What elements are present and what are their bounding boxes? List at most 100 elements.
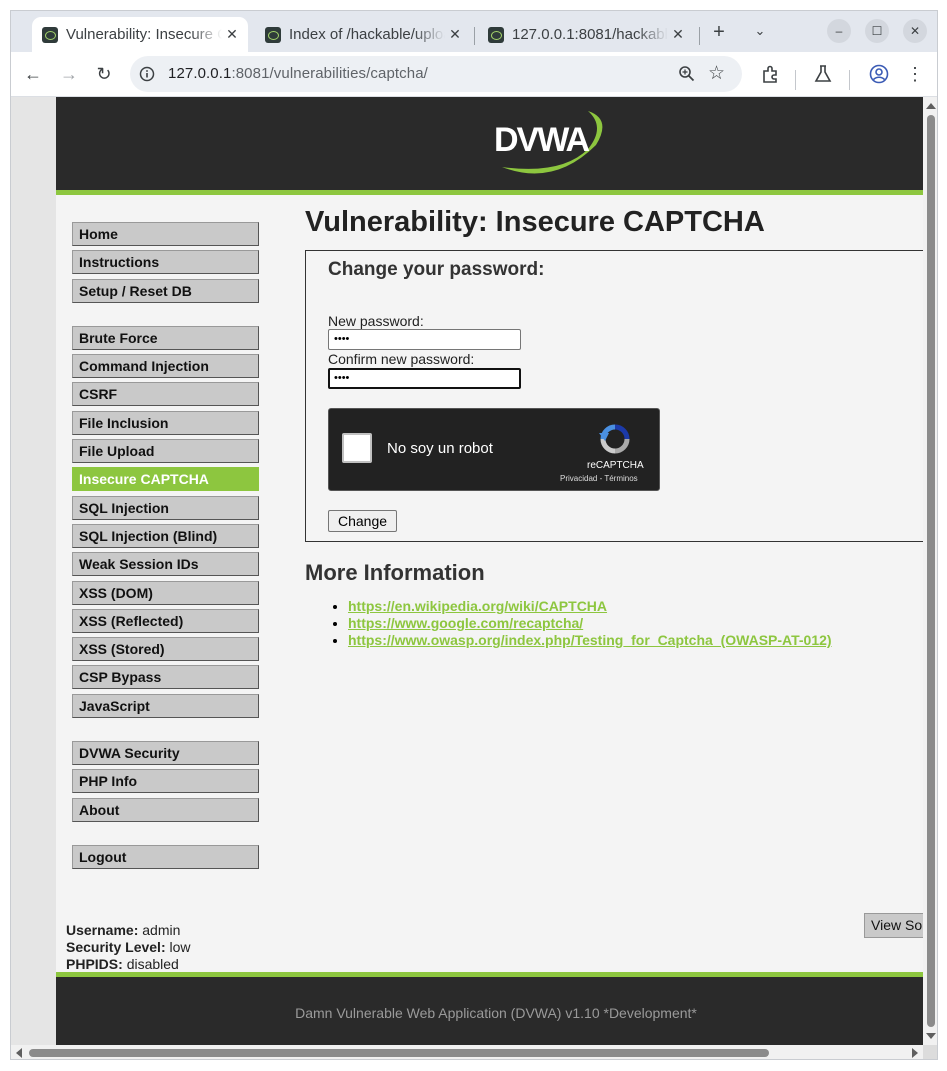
- back-arrow-icon[interactable]: ←: [21, 62, 45, 86]
- close-tab-icon[interactable]: ✕: [445, 26, 465, 43]
- menu-item-file-upload[interactable]: File Upload: [72, 439, 259, 464]
- confirm-password-field[interactable]: ••••: [328, 368, 521, 389]
- menu-item-sql-injection-blind[interactable]: SQL Injection (Blind): [72, 523, 259, 548]
- view-source-button[interactable]: View Source: [864, 913, 923, 938]
- site-info-icon[interactable]: [139, 66, 155, 82]
- phpids-value: disabled: [126, 956, 179, 972]
- recaptcha-widget: No soy un robot reCAPTCHA Privacidad - T…: [328, 408, 660, 491]
- menu-item-javascript[interactable]: JavaScript: [72, 693, 259, 718]
- dvwa-page: DVWA Home Instructions Setup / Reset DB Bru…: [56, 97, 923, 1045]
- menu-item-php-info[interactable]: PHP Info: [72, 769, 259, 794]
- recaptcha-logo-icon: [599, 424, 630, 454]
- scroll-right-arrow-icon[interactable]: [912, 1048, 918, 1058]
- menu-item-home[interactable]: Home: [72, 222, 259, 246]
- menu-item-insecure-captcha[interactable]: Insecure CAPTCHA: [72, 467, 259, 492]
- more-info-heading: More Information: [305, 560, 485, 585]
- horizontal-scrollbar[interactable]: [11, 1045, 923, 1059]
- main-content: Vulnerability: Insecure CAPTCHA Change y…: [305, 205, 923, 648]
- url-host: 127.0.0.1: [168, 65, 232, 82]
- menu-item-about[interactable]: About: [72, 797, 259, 822]
- dvwa-favicon-icon: [265, 26, 281, 43]
- phpids-label: PHPIDS:: [66, 956, 123, 972]
- new-tab-icon[interactable]: +: [708, 22, 730, 44]
- recaptcha-brand: reCAPTCHA: [587, 460, 644, 471]
- recaptcha-label: No soy un robot: [387, 440, 493, 457]
- username-label: Username:: [66, 922, 139, 938]
- minimize-button[interactable]: –: [827, 19, 851, 43]
- vertical-scroll-thumb[interactable]: [927, 115, 935, 1027]
- google-recaptcha-link[interactable]: https://www.google.com/recaptcha/: [348, 615, 583, 631]
- owasp-captcha-link[interactable]: https://www.owasp.org/index.php/Testing_…: [348, 632, 832, 648]
- extensions-puzzle-icon[interactable]: [759, 63, 781, 85]
- profile-avatar-icon[interactable]: [868, 63, 890, 85]
- security-level-value: low: [169, 939, 191, 955]
- maximize-button[interactable]: ☐: [865, 19, 889, 43]
- scroll-left-arrow-icon[interactable]: [16, 1048, 22, 1058]
- session-info: Username: admin Security Level: low PHPI…: [66, 922, 191, 973]
- dvwa-header: DVWA: [56, 97, 923, 195]
- menu-item-logout[interactable]: Logout: [72, 844, 259, 869]
- footer-text: Damn Vulnerable Web Application (DVWA) v…: [295, 1005, 697, 1021]
- list-item: https://en.wikipedia.org/wiki/CAPTCHA: [348, 598, 832, 615]
- menu-item-dvwa-security[interactable]: DVWA Security: [72, 741, 259, 766]
- menu-item-sql-injection[interactable]: SQL Injection: [72, 495, 259, 520]
- page-viewport: DVWA Home Instructions Setup / Reset DB Bru…: [11, 97, 923, 1045]
- menu-group-gap: [72, 826, 259, 845]
- tab-title: Vulnerability: Insecure CAPTCHA: [66, 26, 222, 43]
- menu-item-brute-force[interactable]: Brute Force: [72, 325, 259, 350]
- menu-item-csp-bypass[interactable]: CSP Bypass: [72, 665, 259, 690]
- tab-active[interactable]: Vulnerability: Insecure CAPTCHA ✕: [32, 17, 248, 52]
- menu-item-file-inclusion[interactable]: File Inclusion: [72, 410, 259, 435]
- menu-item-weak-session-ids[interactable]: Weak Session IDs: [72, 552, 259, 577]
- list-item: https://www.google.com/recaptcha/: [348, 615, 832, 632]
- menu-item-setup-reset-db[interactable]: Setup / Reset DB: [72, 278, 259, 303]
- reload-icon[interactable]: ↻: [92, 62, 116, 86]
- forward-arrow-icon[interactable]: →: [57, 62, 81, 86]
- close-window-button[interactable]: ✕: [903, 19, 927, 43]
- menu-item-command-injection[interactable]: Command Injection: [72, 354, 259, 379]
- tab-uploads-index[interactable]: Index of /hackable/uploads ✕: [255, 17, 471, 52]
- menu-group-gap: [72, 307, 259, 326]
- svg-text:DVWA: DVWA: [494, 121, 589, 159]
- menu-item-xss-dom[interactable]: XSS (DOM): [72, 580, 259, 605]
- close-tab-icon[interactable]: ✕: [668, 26, 688, 43]
- browser-menu-kebab-icon[interactable]: ⋮: [904, 63, 926, 85]
- labs-flask-icon[interactable]: [812, 63, 834, 85]
- security-level-label: Security Level:: [66, 939, 166, 955]
- url-path: :8081/vulnerabilities/captcha/: [231, 65, 428, 82]
- tab-title: 127.0.0.1:8081/hackable/uploads: [512, 26, 668, 43]
- tab-uploads-file[interactable]: 127.0.0.1:8081/hackable/uploads ✕: [478, 17, 694, 52]
- list-item: https://www.owasp.org/index.php/Testing_…: [348, 632, 832, 649]
- menu-item-csrf[interactable]: CSRF: [72, 382, 259, 407]
- toolbar-divider: [849, 70, 850, 90]
- tab-search-chevron-icon[interactable]: ⌄: [751, 23, 769, 43]
- menu-item-xss-stored[interactable]: XSS (Stored): [72, 637, 259, 662]
- dvwa-logo: DVWA: [494, 111, 603, 174]
- vertical-scrollbar[interactable]: [923, 97, 937, 1045]
- address-bar[interactable]: 127.0.0.1:8081/vulnerabilities/captcha/ …: [130, 56, 742, 92]
- confirm-password-label: Confirm new password:: [328, 351, 475, 367]
- change-button[interactable]: Change: [328, 510, 398, 532]
- username-value: admin: [142, 922, 181, 938]
- browser-toolbar: ← → ↻ 127.0.0.1:8081/vulnerabilities/cap…: [11, 52, 937, 97]
- scroll-up-arrow-icon[interactable]: [926, 103, 936, 109]
- tab-separator: [474, 27, 475, 45]
- menu-item-xss-reflected[interactable]: XSS (Reflected): [72, 608, 259, 633]
- dvwa-favicon-icon: [42, 26, 58, 43]
- wikipedia-captcha-link[interactable]: https://en.wikipedia.org/wiki/CAPTCHA: [348, 598, 607, 614]
- zoom-icon[interactable]: [678, 65, 696, 83]
- tab-title: Index of /hackable/uploads: [289, 26, 445, 43]
- scrollbar-corner: [923, 1045, 937, 1059]
- recaptcha-checkbox[interactable]: [342, 433, 372, 463]
- scroll-down-arrow-icon[interactable]: [926, 1033, 936, 1039]
- close-tab-icon[interactable]: ✕: [222, 26, 242, 43]
- horizontal-scroll-thumb[interactable]: [29, 1049, 769, 1057]
- bookmark-star-icon[interactable]: ☆: [708, 62, 725, 85]
- dvwa-footer: Damn Vulnerable Web Application (DVWA) v…: [56, 972, 923, 1045]
- menu-item-instructions[interactable]: Instructions: [72, 250, 259, 275]
- new-password-field[interactable]: ••••: [328, 329, 521, 350]
- browser-window: Vulnerability: Insecure CAPTCHA ✕ Index …: [10, 10, 938, 1060]
- recaptcha-terms-link[interactable]: Privacidad - Términos: [560, 474, 638, 483]
- page-title: Vulnerability: Insecure CAPTCHA: [305, 206, 765, 238]
- side-menu: Home Instructions Setup / Reset DB Brute Fo…: [72, 222, 259, 873]
